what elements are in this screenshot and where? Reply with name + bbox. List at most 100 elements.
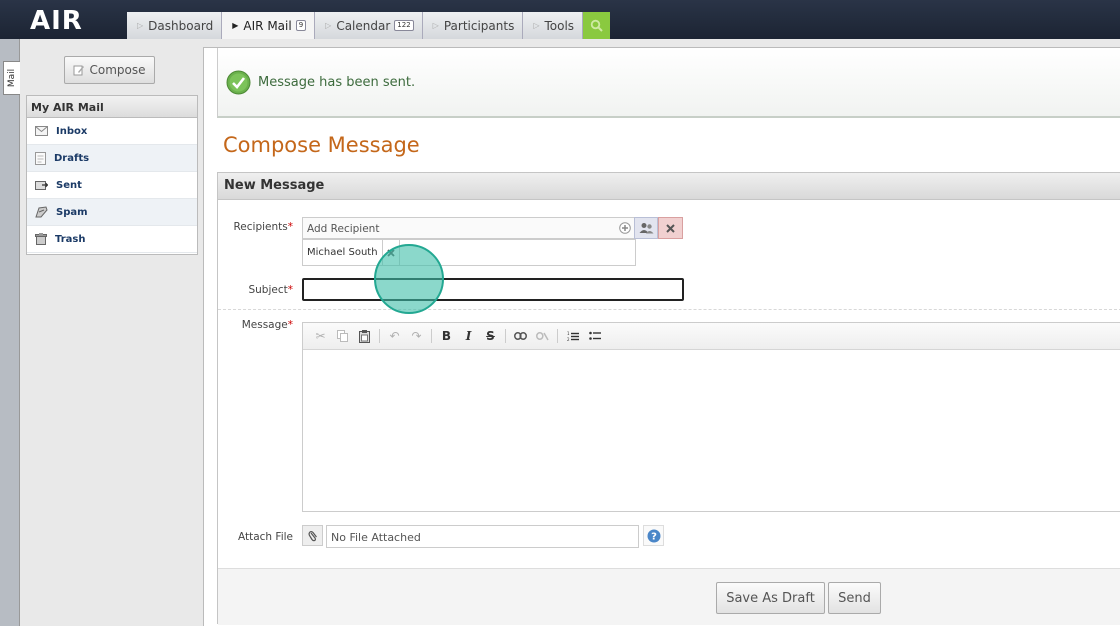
unlink-icon[interactable] <box>535 329 550 344</box>
tab-label: Calendar <box>336 18 391 33</box>
required-mark: * <box>287 221 293 233</box>
numbered-list-icon[interactable]: 12 <box>565 329 580 344</box>
redo-icon[interactable]: ↷ <box>409 329 424 344</box>
trash-icon <box>35 233 47 245</box>
folder-label: Inbox <box>56 125 88 137</box>
new-message-form: New Message Recipients* Add Recipient Mi… <box>217 172 1120 625</box>
click-indicator <box>374 244 444 314</box>
my-air-mail-panel: My AIR Mail Inbox Drafts Sent Spam Trash <box>26 95 198 255</box>
folder-label: Spam <box>56 206 88 218</box>
strikethrough-icon[interactable]: S <box>483 329 498 344</box>
compose-button[interactable]: Compose <box>64 56 155 84</box>
tab-arrow-icon: ▷ <box>325 21 332 30</box>
tab-tools[interactable]: ▷ Tools <box>523 12 584 39</box>
divider <box>218 309 1120 310</box>
tab-label: AIR Mail <box>243 18 292 33</box>
main-content: Message has been sent. Compose Message N… <box>203 47 1120 626</box>
panel-title: My AIR Mail <box>27 96 197 118</box>
link-icon[interactable] <box>513 329 528 344</box>
top-bar: AIR ▷ Dashboard ▶ AIR Mail 9 ▷ Calendar … <box>0 0 1120 39</box>
send-button[interactable]: Send <box>828 582 881 614</box>
group-recipients-button[interactable] <box>634 217 658 239</box>
copy-icon[interactable] <box>335 329 350 344</box>
sidebar-item-drafts[interactable]: Drafts <box>27 145 197 172</box>
left-rail: Mail <box>0 39 20 626</box>
draft-document-icon <box>35 151 46 165</box>
form-header: New Message <box>218 173 1120 200</box>
tab-label: Dashboard <box>148 18 214 33</box>
air-logo[interactable]: AIR <box>30 8 83 34</box>
add-recipient-input[interactable]: Add Recipient <box>302 217 635 239</box>
attach-file-label: Attach File <box>237 531 293 543</box>
folder-label: Trash <box>55 233 86 245</box>
required-mark: * <box>287 319 293 331</box>
tab-air-mail[interactable]: ▶ AIR Mail 9 <box>222 12 316 39</box>
tab-dashboard[interactable]: ▷ Dashboard <box>127 12 223 39</box>
cut-icon[interactable]: ✂ <box>313 329 328 344</box>
toolbar-separator <box>379 329 380 343</box>
sidebar: Compose My AIR Mail Inbox Drafts Sent Sp… <box>20 39 203 626</box>
required-mark: * <box>287 284 293 296</box>
italic-icon[interactable]: I <box>461 329 476 344</box>
label-text: Recipients <box>233 221 288 233</box>
tab-label: Tools <box>544 18 575 33</box>
attached-file-field[interactable]: No File Attached <box>326 525 639 548</box>
subject-input[interactable] <box>302 278 684 301</box>
attach-file-button[interactable] <box>302 525 323 546</box>
toolbar-separator <box>557 329 558 343</box>
tab-arrow-icon: ▷ <box>432 21 439 30</box>
unread-badge: 9 <box>295 20 307 31</box>
recipients-label: Recipients* <box>218 221 293 233</box>
recipient-name: Michael South <box>303 240 383 265</box>
sent-mail-icon <box>35 180 48 190</box>
bullet-list-icon[interactable] <box>587 329 602 344</box>
tab-arrow-icon: ▷ <box>137 21 144 30</box>
recipient-list: Michael South <box>302 239 636 266</box>
spam-icon <box>35 206 48 218</box>
calendar-badge: 122 <box>394 20 414 31</box>
label-text: Subject <box>248 284 288 296</box>
save-as-draft-button[interactable]: Save As Draft <box>716 582 825 614</box>
bold-icon[interactable]: B <box>439 329 454 344</box>
paste-icon[interactable] <box>357 329 372 344</box>
close-icon <box>666 223 675 233</box>
sidebar-item-inbox[interactable]: Inbox <box>27 118 197 145</box>
envelope-icon <box>35 126 48 136</box>
main-nav: ▷ Dashboard ▶ AIR Mail 9 ▷ Calendar 122 … <box>127 12 611 39</box>
toolbar-separator <box>505 329 506 343</box>
svg-text:2: 2 <box>567 337 570 342</box>
page-title: Compose Message <box>223 133 420 157</box>
svg-text:1: 1 <box>567 331 570 336</box>
help-icon[interactable]: ? <box>643 525 664 546</box>
tab-arrow-icon: ▷ <box>533 21 540 30</box>
editor-toolbar: ✂ ↶ ↷ B I S 1 2 <box>303 323 1120 350</box>
compose-icon <box>73 65 85 76</box>
sidebar-item-spam[interactable]: Spam <box>27 199 197 226</box>
sidebar-item-trash[interactable]: Trash <box>27 226 197 253</box>
message-label: Message* <box>218 319 293 331</box>
success-notice: Message has been sent. <box>217 48 1120 118</box>
search-tab[interactable] <box>583 12 611 39</box>
subject-label: Subject* <box>218 284 293 296</box>
search-icon <box>590 19 603 32</box>
tab-calendar[interactable]: ▷ Calendar 122 <box>315 12 423 39</box>
compose-label: Compose <box>89 63 146 77</box>
message-editor: ✂ ↶ ↷ B I S 1 2 <box>302 322 1120 512</box>
folder-label: Drafts <box>54 152 90 164</box>
tab-label: Participants <box>443 18 515 33</box>
tab-arrow-icon: ▶ <box>232 21 239 30</box>
toolbar-separator <box>431 329 432 343</box>
message-body[interactable] <box>303 350 1120 512</box>
folder-label: Sent <box>56 179 82 191</box>
tab-participants[interactable]: ▷ Participants <box>422 12 524 39</box>
undo-icon[interactable]: ↶ <box>387 329 402 344</box>
form-footer: Save As Draft Send <box>218 568 1120 625</box>
rail-tab-label: Mail <box>7 68 17 88</box>
svg-text:?: ? <box>651 531 657 542</box>
label-text: Message <box>241 319 288 331</box>
clear-recipients-button[interactable] <box>658 217 683 239</box>
notice-text: Message has been sent. <box>258 74 416 90</box>
rail-tab-mail[interactable]: Mail <box>3 61 20 95</box>
add-circle-icon[interactable] <box>619 222 631 234</box>
sidebar-item-sent[interactable]: Sent <box>27 172 197 199</box>
